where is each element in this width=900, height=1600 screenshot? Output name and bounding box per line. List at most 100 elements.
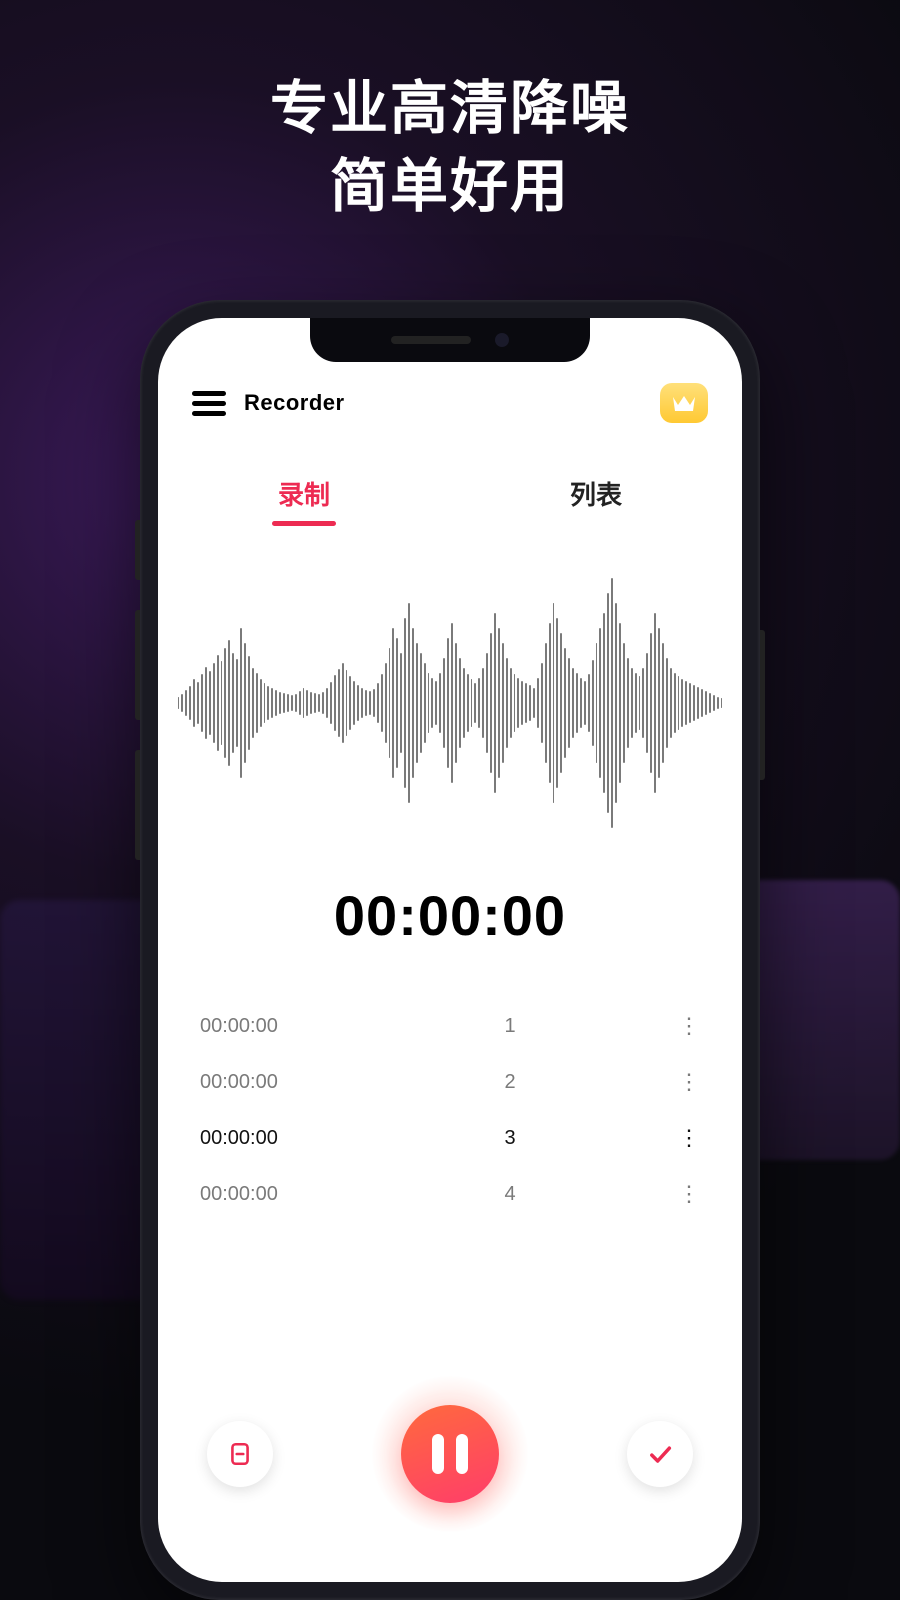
marker-time: 00:00:00 — [200, 1127, 360, 1150]
waveform-bar — [666, 658, 668, 748]
waveform-bar — [592, 660, 594, 746]
waveform-bar — [654, 613, 656, 793]
waveform-bar — [299, 691, 301, 715]
waveform-bar — [252, 668, 254, 738]
waveform-bar — [232, 653, 234, 753]
waveform-bar — [189, 686, 191, 720]
waveform-bar — [627, 658, 629, 748]
waveform-bar — [389, 648, 391, 758]
waveform-bar — [224, 648, 226, 758]
waveform-bar — [705, 691, 707, 715]
waveform-bar — [471, 679, 473, 727]
waveform-bar — [521, 681, 523, 725]
app-header: Recorder — [158, 378, 742, 428]
waveform-bar — [580, 678, 582, 728]
phone-notch — [310, 318, 590, 362]
waveform-bar — [240, 628, 242, 778]
more-icon[interactable]: ⋮ — [660, 1190, 700, 1199]
waveform-bar — [357, 685, 359, 721]
waveform-bar — [236, 659, 238, 747]
more-icon[interactable]: ⋮ — [660, 1078, 700, 1087]
record-pause-button[interactable] — [372, 1376, 528, 1532]
waveform-bar — [439, 673, 441, 733]
waveform-bar — [681, 679, 683, 727]
waveform-bar — [560, 633, 562, 773]
marker-index: 3 — [360, 1127, 660, 1150]
marker-time: 00:00:00 — [200, 1183, 360, 1206]
menu-icon[interactable] — [192, 386, 226, 421]
waveform-bar — [178, 697, 180, 709]
waveform-bar — [709, 693, 711, 713]
waveform-bar — [623, 643, 625, 763]
waveform-bar — [314, 693, 316, 713]
waveform-bar — [599, 628, 601, 778]
waveform-bar — [658, 628, 660, 778]
waveform-bar — [197, 682, 199, 724]
waveform-bar — [498, 628, 500, 778]
waveform-bar — [295, 694, 297, 712]
waveform-bar — [506, 658, 508, 748]
waveform-bar — [537, 678, 539, 728]
waveform-bar — [529, 685, 531, 721]
waveform-bar — [377, 683, 379, 723]
headline-line1: 专业高清降噪 — [0, 70, 900, 148]
waveform-display — [178, 553, 722, 853]
marker-row[interactable]: 00:00:002⋮ — [200, 1054, 700, 1110]
marker-row[interactable]: 00:00:004⋮ — [200, 1166, 700, 1222]
finish-button[interactable] — [627, 1421, 693, 1487]
waveform-bar — [408, 603, 410, 803]
waveform-bar — [588, 674, 590, 732]
waveform-bar — [459, 658, 461, 748]
waveform-bar — [291, 695, 293, 711]
waveform-bar — [373, 689, 375, 717]
marker-row[interactable]: 00:00:001⋮ — [200, 998, 700, 1054]
crown-icon — [671, 393, 697, 413]
waveform-bar — [596, 643, 598, 763]
waveform-bar — [639, 676, 641, 730]
waveform-bar — [463, 668, 465, 738]
waveform-bar — [283, 693, 285, 713]
waveform-bar — [275, 690, 277, 716]
waveform-bar — [346, 670, 348, 736]
waveform-bar — [338, 669, 340, 737]
waveform-bar — [533, 688, 535, 718]
waveform-bar — [697, 687, 699, 719]
waveform-bar — [213, 663, 215, 743]
waveform-bar — [642, 668, 644, 738]
waveform-bar — [674, 673, 676, 733]
waveform-bar — [455, 643, 457, 763]
waveform-bar — [416, 643, 418, 763]
waveform-bar — [435, 681, 437, 725]
more-icon[interactable]: ⋮ — [660, 1022, 700, 1031]
waveform-bar — [494, 613, 496, 793]
waveform-bar — [514, 674, 516, 732]
waveform-bar — [318, 694, 320, 712]
waveform-bar — [326, 688, 328, 718]
waveform-bar — [545, 643, 547, 763]
tab-record[interactable]: 录制 — [158, 475, 450, 512]
waveform-bar — [564, 648, 566, 758]
waveform-bar — [646, 653, 648, 753]
marker-time: 00:00:00 — [200, 1071, 360, 1094]
waveform-bar — [303, 688, 305, 718]
waveform-bar — [428, 673, 430, 733]
waveform-bar — [482, 668, 484, 738]
waveform-bar — [353, 681, 355, 725]
waveform-bar — [400, 653, 402, 753]
waveform-bar — [701, 689, 703, 717]
waveform-bar — [685, 681, 687, 725]
phone-side-button — [135, 520, 140, 580]
bookmark-button[interactable] — [207, 1421, 273, 1487]
waveform-bar — [322, 692, 324, 714]
waveform-bar — [185, 690, 187, 716]
waveform-bar — [369, 691, 371, 715]
marker-row[interactable]: 00:00:003⋮ — [200, 1110, 700, 1166]
more-icon[interactable]: ⋮ — [660, 1134, 700, 1143]
tab-list[interactable]: 列表 — [450, 475, 742, 512]
bookmark-icon — [227, 1441, 253, 1467]
premium-button[interactable] — [660, 383, 708, 423]
waveform-bar — [693, 685, 695, 721]
waveform-bar — [412, 628, 414, 778]
waveform-bar — [556, 618, 558, 788]
waveform-bar — [447, 638, 449, 768]
